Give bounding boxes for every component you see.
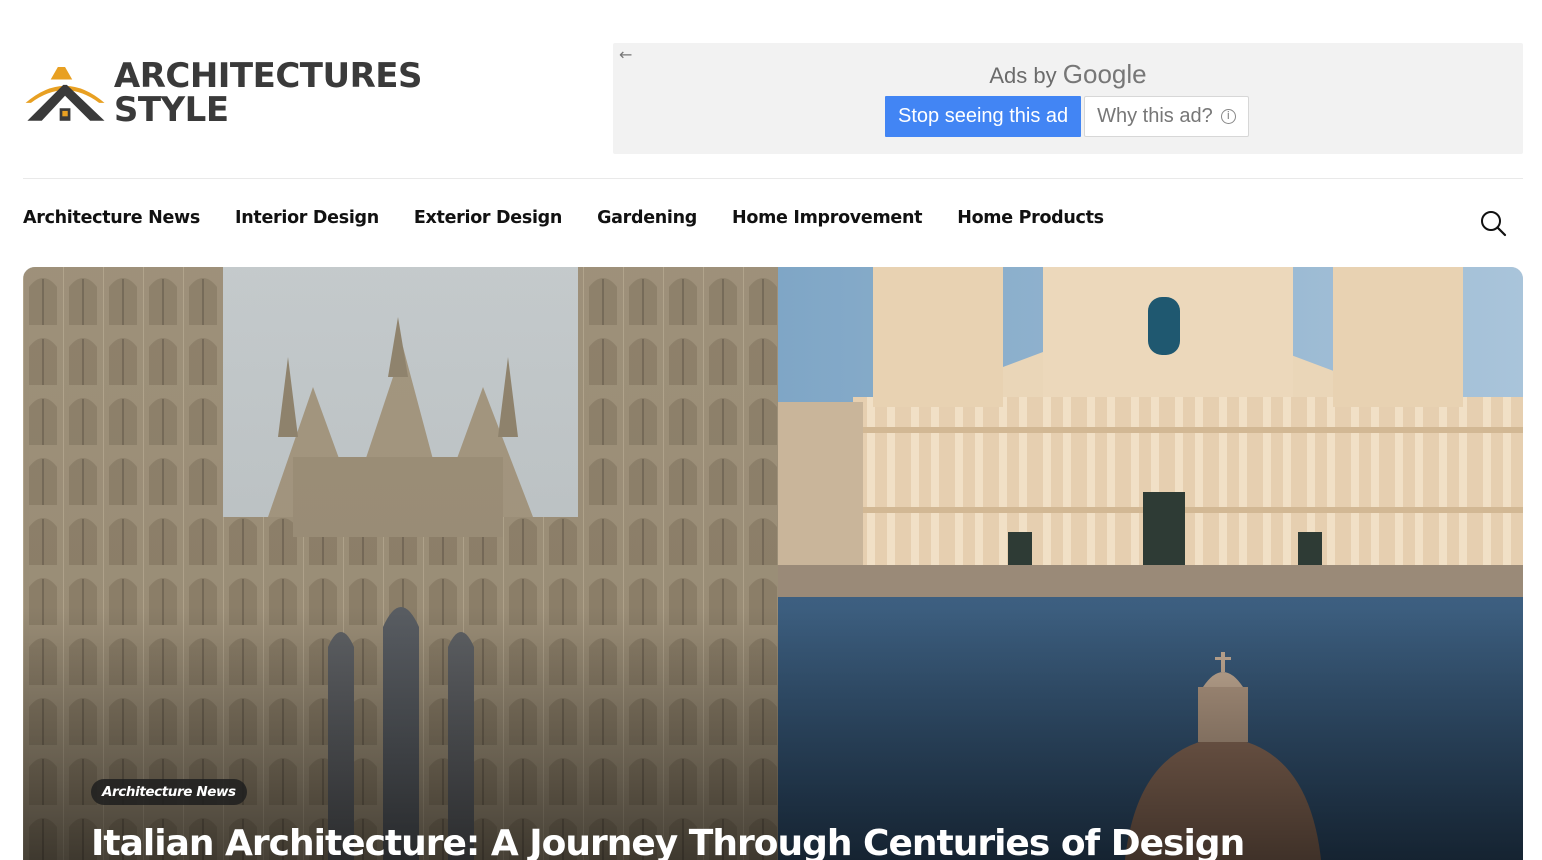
ads-by-google: Ads by Google bbox=[613, 59, 1523, 90]
logo-line-1: ARCHITECTURES bbox=[113, 56, 423, 96]
nav-item-interior-design[interactable]: Interior Design bbox=[235, 208, 379, 228]
category-badge[interactable]: Architecture News bbox=[91, 779, 247, 805]
why-this-ad-label: Why this ad? bbox=[1097, 105, 1213, 127]
search-icon bbox=[1481, 211, 1507, 237]
ads-by-label: Ads by bbox=[989, 63, 1057, 88]
search-button[interactable] bbox=[1478, 208, 1508, 238]
nav-item-architecture-news[interactable]: Architecture News bbox=[23, 208, 200, 228]
featured-post[interactable]: Architecture News Italian Architecture: … bbox=[23, 267, 1523, 860]
info-icon: i bbox=[1220, 109, 1236, 124]
nav-item-gardening[interactable]: Gardening bbox=[597, 208, 697, 228]
logo-line-2: STYLE bbox=[113, 90, 229, 130]
site-logo[interactable]: ARCHITECTURES STYLE bbox=[22, 56, 423, 130]
main-nav: Architecture News Interior Design Exteri… bbox=[23, 208, 1104, 228]
nav-item-home-products[interactable]: Home Products bbox=[957, 208, 1104, 228]
logo-house-icon bbox=[25, 66, 105, 121]
stop-seeing-ad-button[interactable]: Stop seeing this ad bbox=[885, 96, 1082, 137]
why-this-ad-button[interactable]: Why this ad? i bbox=[1084, 96, 1249, 137]
header-divider bbox=[23, 178, 1523, 179]
nav-item-home-improvement[interactable]: Home Improvement bbox=[732, 208, 923, 228]
logo-text: ARCHITECTURES STYLE bbox=[113, 56, 423, 130]
ad-banner: ← Ads by Google Stop seeing this ad Why … bbox=[613, 43, 1523, 154]
featured-post-title[interactable]: Italian Architecture: A Journey Through … bbox=[91, 823, 1245, 860]
nav-item-exterior-design[interactable]: Exterior Design bbox=[414, 208, 562, 228]
google-label: Google bbox=[1062, 59, 1147, 89]
